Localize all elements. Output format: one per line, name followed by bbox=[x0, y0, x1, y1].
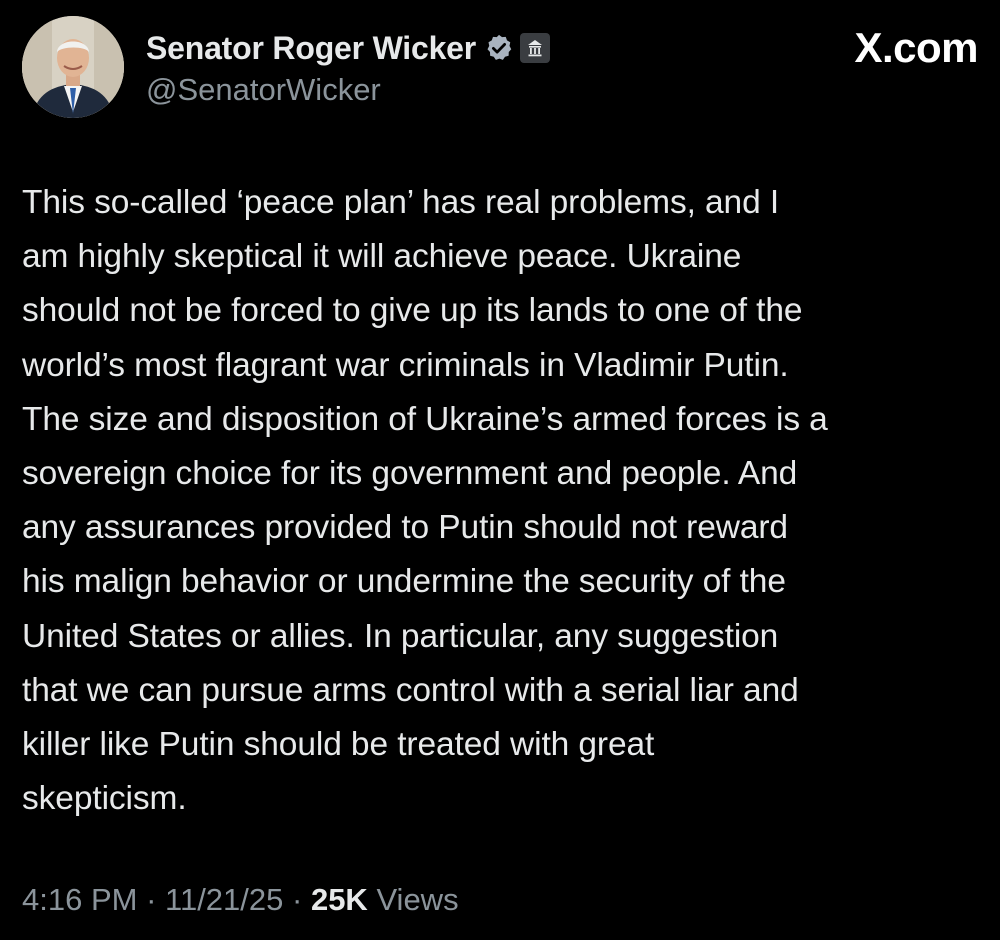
author-avatar[interactable] bbox=[22, 16, 124, 118]
brand-watermark: X.com bbox=[854, 24, 978, 71]
views-label: Views bbox=[367, 882, 459, 917]
meta-separator: · bbox=[137, 882, 166, 917]
verified-badge-icon[interactable] bbox=[484, 33, 514, 63]
tweet-body: This so-called ‘peace plan’ has real pro… bbox=[22, 184, 828, 818]
tweet-metadata: 4:16 PM · 11/21/25 · 25K Views bbox=[22, 882, 459, 918]
author-handle[interactable]: @SenatorWicker bbox=[146, 72, 381, 108]
government-building-icon[interactable] bbox=[520, 33, 551, 63]
meta-separator: · bbox=[283, 882, 311, 917]
views-count[interactable]: 25K bbox=[311, 882, 368, 917]
avatar-portrait-icon bbox=[22, 16, 124, 118]
author-name-row: Senator Roger Wicker bbox=[146, 26, 551, 70]
tweet-header: Senator Roger Wicker @SenatorWicker X.co… bbox=[22, 16, 978, 126]
tweet-time[interactable]: 4:16 PM bbox=[22, 882, 137, 917]
author-display-name[interactable]: Senator Roger Wicker bbox=[146, 30, 476, 67]
tweet-date[interactable]: 11/21/25 bbox=[165, 882, 283, 917]
